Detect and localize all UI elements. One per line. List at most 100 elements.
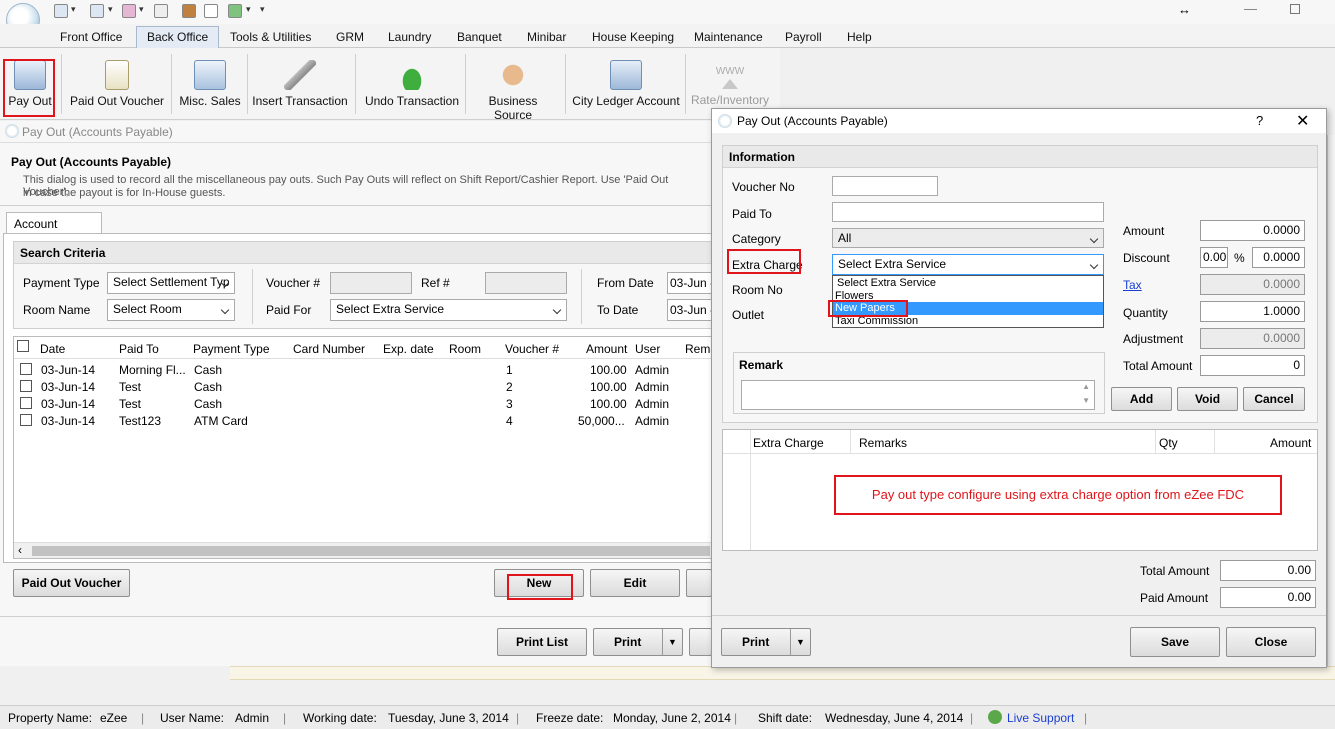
col-card-number[interactable]: Card Number [293,342,365,362]
voucher-no-label: Voucher No [732,180,795,194]
book-icon[interactable] [182,4,196,18]
discount-percent-input[interactable]: 0.00 [1200,247,1228,268]
row-checkbox[interactable] [20,397,32,409]
overflow-button[interactable] [689,628,712,656]
print-list-button[interactable]: Print List [497,628,587,656]
hidden-action-button[interactable] [686,569,712,597]
insert-transaction-button[interactable]: Insert Transaction [250,52,350,116]
total-amount-input[interactable]: 0 [1200,355,1305,376]
tax-link[interactable]: Tax [1123,278,1142,292]
col-room[interactable]: Room [449,342,481,362]
city-ledger-account-button[interactable]: City Ledger Account [572,52,680,116]
quantity-input[interactable]: 1.0000 [1200,301,1305,322]
search-criteria-title: Search Criteria [20,246,106,260]
undo-transaction-button[interactable]: Undo Transaction [362,52,462,116]
extra-charge-select[interactable]: Select Extra Service [832,254,1104,275]
payment-type-select[interactable]: Select Settlement Typ [107,272,235,294]
col-paid-to[interactable]: Paid To [119,342,159,362]
row-checkbox[interactable] [20,380,32,392]
scrollbar-thumb[interactable] [32,546,710,556]
menu-front-office[interactable]: Front Office [50,28,132,46]
dialog-print-dropdown-icon[interactable]: ▼ [790,629,810,655]
col-exp-date[interactable]: Exp. date [383,342,434,362]
col-payment-type[interactable]: Payment Type [193,342,270,362]
dialog-print-button[interactable]: Print ▼ [721,628,811,656]
annotation-text: Pay out type configure using extra charg… [871,487,1245,502]
cancel-button[interactable]: Cancel [1243,387,1305,411]
paid-out-voucher-button[interactable]: Paid Out Voucher [66,52,168,116]
remark-textarea[interactable]: ▲ ▼ [741,380,1095,410]
misc-sales-button[interactable]: Misc. Sales [176,52,244,116]
horizontal-scrollbar[interactable]: ‹ [14,542,712,558]
print-dropdown-icon[interactable]: ▼ [662,629,682,655]
extra-charge-label-highlight [727,249,801,274]
col-voucher[interactable]: Voucher # [505,342,559,362]
remark-scroll-down-icon[interactable]: ▼ [1082,396,1090,405]
voucher-input[interactable] [330,272,412,294]
select-all-checkbox[interactable] [17,340,29,352]
scroll-left-icon[interactable]: ‹ [18,543,22,557]
grid-col-extra-charge[interactable]: Extra Charge [753,436,824,450]
menu-laundry[interactable]: Laundry [378,28,441,46]
menu-help[interactable]: Help [837,28,882,46]
close-button[interactable]: Close [1226,627,1316,657]
tab-account-payable[interactable]: Account Payable [6,212,102,245]
paid-out-voucher-footer-button[interactable]: Paid Out Voucher [13,569,130,597]
from-date-input[interactable]: 03-Jun - [667,272,713,294]
to-date-input[interactable]: 03-Jun - [667,299,713,321]
dropdown-option[interactable]: Select Extra Service [837,277,936,289]
total-amount-label: Total Amount [1123,359,1193,373]
edit-button[interactable]: Edit [590,569,680,597]
room-name-select[interactable]: Select Room [107,299,235,321]
menu-minibar[interactable]: Minibar [517,28,576,46]
add-button[interactable]: Add [1111,387,1172,411]
eraser-icon[interactable] [122,4,136,18]
col-amount[interactable]: Amount [586,342,627,362]
close-icon[interactable]: ✕ [1296,111,1309,131]
menu-payroll[interactable]: Payroll [775,28,832,46]
col-user[interactable]: User [635,342,660,362]
grid-col-qty[interactable]: Qty [1159,436,1178,450]
menu-banquet[interactable]: Banquet [447,28,512,46]
ref-input[interactable] [485,272,567,294]
rate-inventory-button[interactable]: WWW Rate/Inventory [688,52,772,116]
help-icon[interactable]: ? [1256,113,1263,128]
menu-house-keeping[interactable]: House Keeping [582,28,684,46]
voucher-no-input[interactable] [832,176,938,196]
save-button[interactable]: Save [1130,627,1220,657]
paid-for-select[interactable]: Select Extra Service [330,299,567,321]
business-source-button[interactable]: Business Source [470,52,556,122]
menu-back-office[interactable]: Back Office [136,26,220,48]
customize-toolbar-icon[interactable]: ▾ [260,4,265,15]
grid-col-amount[interactable]: Amount [1270,436,1311,450]
row-payment-type: Cash [194,380,223,394]
spellcheck-icon[interactable] [204,4,218,18]
col-date[interactable]: Date [40,342,65,362]
paid-to-input[interactable] [832,202,1104,222]
category-select[interactable]: All [832,228,1104,248]
print-button[interactable]: Print ▼ [593,628,683,656]
resize-icon[interactable]: ↔ [1178,2,1191,17]
information-title: Information [729,150,795,164]
minimize-icon[interactable]: — [1244,1,1257,16]
remark-scroll-up-icon[interactable]: ▲ [1082,382,1090,391]
room-no-label: Room No [732,283,783,297]
row-checkbox[interactable] [20,363,32,375]
void-button[interactable]: Void [1177,387,1238,411]
handshake-icon [497,60,529,90]
report-icon[interactable] [90,4,104,18]
grid-col-remarks[interactable]: Remarks [859,436,907,450]
row-paid-to: Morning Fl... [119,363,186,377]
notepad-icon[interactable] [154,4,168,18]
discount-label: Discount [1123,251,1170,265]
row-checkbox[interactable] [20,414,32,426]
checkmark-icon[interactable] [228,4,242,18]
amount-input[interactable]: 0.0000 [1200,220,1305,241]
discount-input[interactable]: 0.0000 [1252,247,1305,268]
menu-tools-utilities[interactable]: Tools & Utilities [220,28,321,46]
restore-icon[interactable] [1290,4,1300,14]
menu-maintenance[interactable]: Maintenance [684,28,773,46]
database-icon[interactable] [54,4,68,18]
menu-grm[interactable]: GRM [326,28,374,46]
live-support-link[interactable]: Live Support [1007,711,1074,725]
